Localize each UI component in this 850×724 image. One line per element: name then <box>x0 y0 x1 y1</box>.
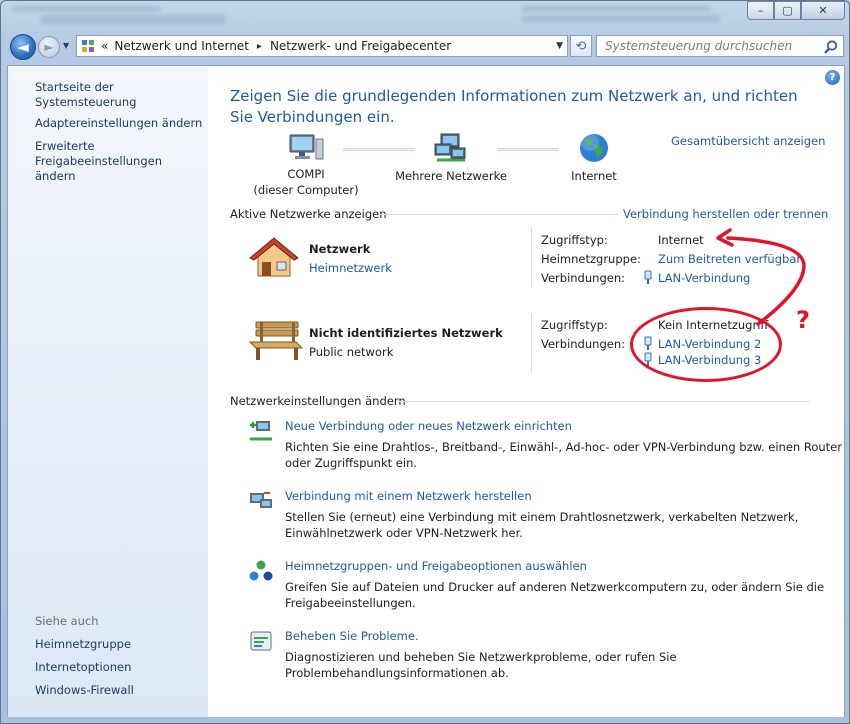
task-4-link[interactable]: Beheben Sie Probleme. <box>285 629 419 643</box>
see-also-homegroup[interactable]: Heimnetzgruppe <box>35 637 131 652</box>
breadcrumb-overflow[interactable]: « <box>101 39 108 53</box>
task-3-desc-line: Greifen Sie auf Dateien und Drucker auf … <box>285 580 825 594</box>
see-also-internet-options[interactable]: Internetoptionen <box>35 660 131 675</box>
map-connector-1 <box>343 148 415 151</box>
multiple-networks-icon <box>434 133 466 162</box>
see-also-firewall[interactable]: Windows-Firewall <box>35 683 134 698</box>
network-1-access-label: Zugriffstyp: <box>541 233 608 247</box>
see-also-title: Siehe auch <box>35 614 99 628</box>
network-1-type-link[interactable]: Heimnetzwerk <box>309 261 392 275</box>
close-button[interactable]: ✕ <box>801 1 845 20</box>
task-4-description: Diagnostizieren und beheben Sie Netzwerk… <box>285 649 677 681</box>
refresh-icon: ⟲ <box>575 38 587 54</box>
title-bar: – ▢ ✕ <box>1 1 850 31</box>
search-placeholder: Systemsteuerung durchsuchen <box>605 39 793 53</box>
sidebar-item-home[interactable]: Startseite der Systemsteuerung <box>35 80 208 110</box>
task-2-description: Stellen Sie (erneut) eine Verbindung mit… <box>285 509 798 541</box>
task-3-desc-line: Freigabeeinstellungen. <box>285 596 416 610</box>
breadcrumb-separator-icon[interactable]: ▸ <box>257 41 262 52</box>
computer-subtitle: (dieser Computer) <box>253 183 359 197</box>
settings-title: Netzwerkeinstellungen ändern <box>230 394 406 408</box>
task-2-desc-line: Stellen Sie (erneut) eine Verbindung mit… <box>285 510 799 524</box>
house-icon <box>249 237 299 277</box>
sidebar-item-adapter-settings[interactable]: Adaptereinstellungen ändern <box>35 116 202 131</box>
connect-network-icon <box>250 492 272 508</box>
forward-button[interactable]: ► <box>38 36 60 58</box>
map-computer-label: COMPI (dieser Computer) <box>238 166 374 198</box>
network-1-connections-label: Verbindungen: <box>541 271 625 285</box>
map-internet-label: Internet <box>571 169 617 183</box>
task-1-description: Richten Sie eine Drahtlos-, Breitband-, … <box>285 439 842 471</box>
task-4-desc-line: Problembehandlungsinformationen ab. <box>285 666 509 680</box>
navigation-bar: ◄ ► ▼ « Netzwerk und Internet ▸ Netzwerk… <box>7 33 845 61</box>
network-1-name: Netzwerk <box>309 242 371 256</box>
computer-icon <box>289 134 324 160</box>
blurred-background-text <box>521 3 726 29</box>
recent-pages-dropdown[interactable]: ▼ <box>63 41 72 51</box>
blurred-title <box>11 4 251 26</box>
network-1-divider <box>531 228 532 286</box>
maximize-button[interactable]: ▢ <box>774 1 801 20</box>
task-3-link[interactable]: Heimnetzgruppen- und Freigabeoptionen au… <box>285 559 587 573</box>
annotation-question-mark: ? <box>796 306 810 334</box>
search-icon[interactable] <box>823 39 839 55</box>
breadcrumb-network-internet[interactable]: Netzwerk und Internet <box>114 39 249 53</box>
window-frame: – ▢ ✕ ◄ ► ▼ « Netzwerk und Internet ▸ Ne… <box>0 0 850 724</box>
sidebar: Startseite der Systemsteuerung Adapterei… <box>7 65 208 717</box>
network-2-access-label: Zugriffstyp: <box>541 318 608 332</box>
full-map-link[interactable]: Gesamtübersicht anzeigen <box>671 134 825 148</box>
bench-icon <box>248 321 304 360</box>
ethernet-icon <box>644 270 652 284</box>
task-2-desc-line: Einwählnetzwerk oder VPN-Netzwerk her. <box>285 526 523 540</box>
map-networks-label: Mehrere Netzwerke <box>395 169 507 183</box>
control-panel-icon <box>82 40 94 52</box>
page-title: Zeigen Sie die grundlegenden Information… <box>230 87 798 126</box>
back-button[interactable]: ◄ <box>10 34 36 60</box>
task-3-description: Greifen Sie auf Dateien und Drucker auf … <box>285 579 824 611</box>
homegroup-icon <box>249 560 273 581</box>
network-2-name: Nicht identifiziertes Netzwerk <box>309 326 503 340</box>
map-connector-2 <box>498 148 558 151</box>
breadcrumb-network-center[interactable]: Netzwerk- und Freigabecenter <box>270 39 451 53</box>
back-arrow-icon: ◄ <box>17 38 29 56</box>
minimize-button[interactable]: – <box>747 1 774 20</box>
new-connection-icon <box>250 421 272 441</box>
address-bar[interactable]: « Netzwerk und Internet ▸ Netzwerk- und … <box>76 35 568 57</box>
connect-disconnect-link[interactable]: Verbindung herstellen oder trennen <box>623 207 828 221</box>
task-1-desc-line: Richten Sie eine Drahtlos-, Breitband-, … <box>285 440 842 454</box>
divider <box>378 214 618 215</box>
computer-name: COMPI <box>287 167 325 181</box>
network-1-homegroup-label: Heimnetzgruppe: <box>541 252 641 266</box>
sidebar-item-sharing-settings[interactable]: Erweiterte Freigabeeinstellungen ändern <box>35 139 205 184</box>
network-1-access-value: Internet <box>658 233 704 247</box>
globe-icon <box>580 133 608 162</box>
network-2-type: Public network <box>309 345 394 359</box>
address-dropdown-icon[interactable]: ▼ <box>556 41 563 51</box>
search-input[interactable]: Systemsteuerung durchsuchen <box>596 35 844 57</box>
network-2-divider <box>531 313 532 373</box>
window-controls: – ▢ ✕ <box>747 1 845 20</box>
divider <box>398 401 810 402</box>
task-4-desc-line: Diagnostizieren und beheben Sie Netzwerk… <box>285 650 677 664</box>
task-1-desc-line: oder Zugriffspunkt ein. <box>285 456 418 470</box>
task-1-link[interactable]: Neue Verbindung oder neues Netzwerk einr… <box>285 419 572 433</box>
active-networks-title: Aktive Netzwerke anzeigen <box>230 207 387 221</box>
refresh-button[interactable]: ⟲ <box>570 35 592 57</box>
forward-arrow-icon: ► <box>44 40 54 54</box>
network-2-connections-label: Verbindungen: <box>541 337 625 351</box>
main-content: ? Zeigen Sie die grundlegenden Informati… <box>208 65 845 717</box>
help-icon[interactable]: ? <box>825 70 840 85</box>
task-2-link[interactable]: Verbindung mit einem Netzwerk herstellen <box>285 489 532 503</box>
troubleshoot-icon <box>250 631 272 651</box>
